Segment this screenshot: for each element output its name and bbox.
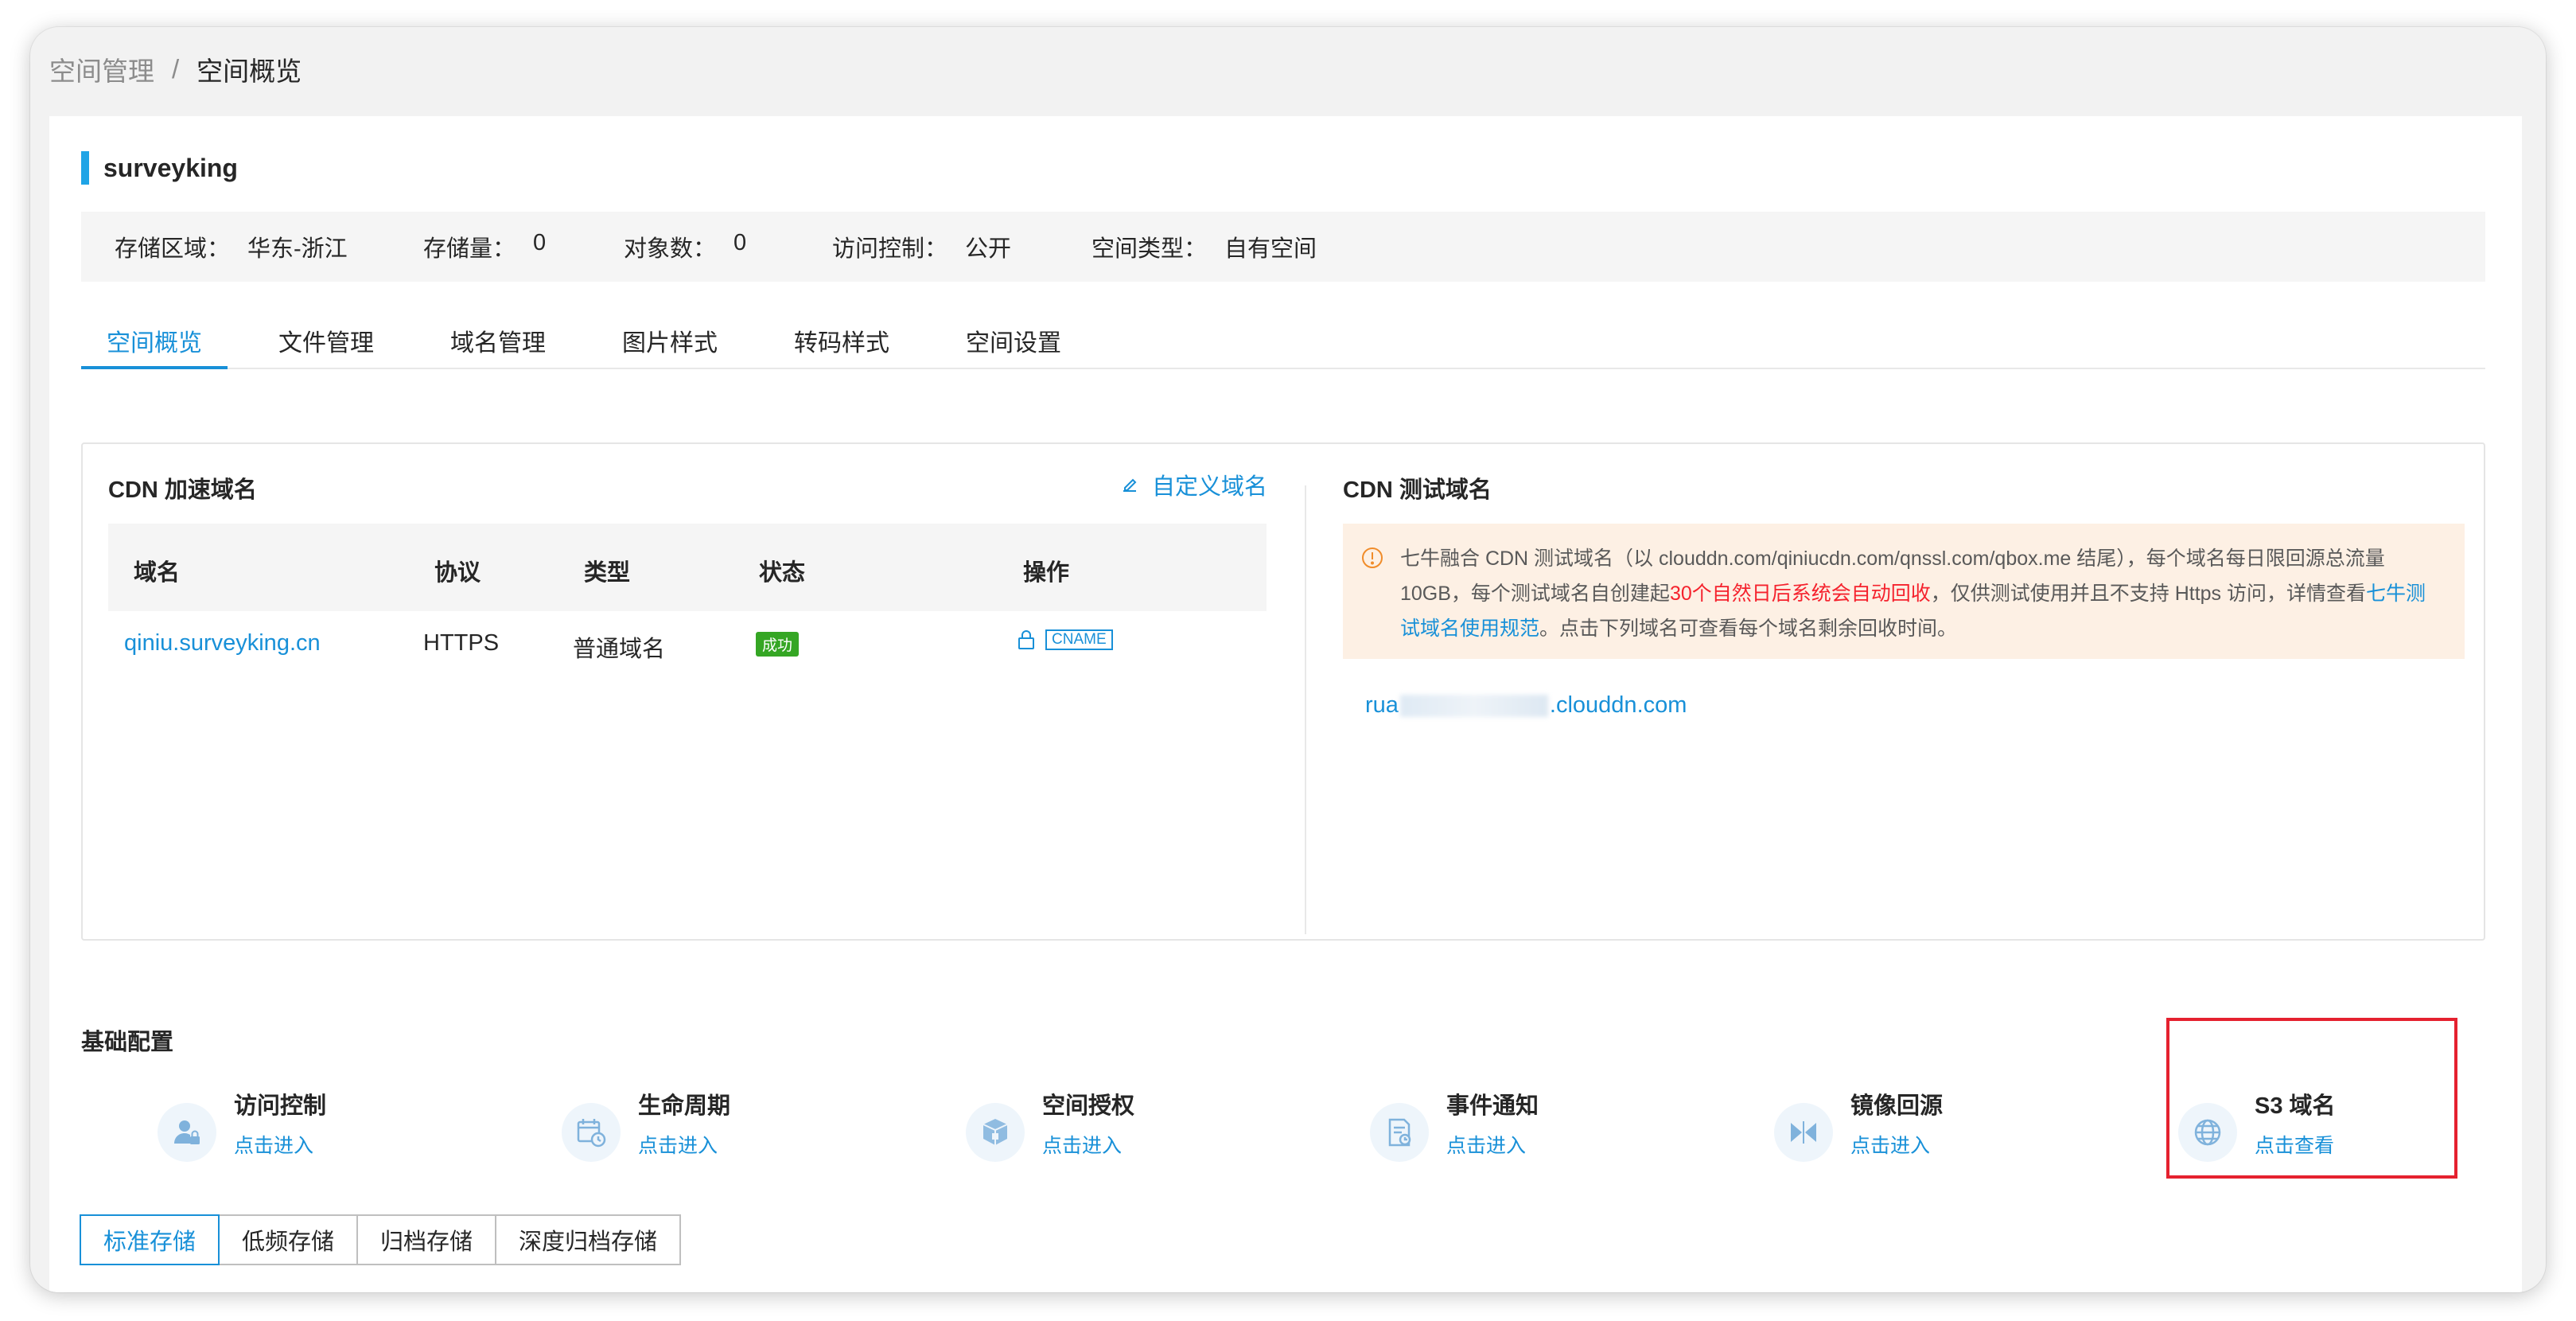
warning-icon — [1362, 547, 1383, 568]
storage-class-tabs: 标准存储 低频存储 归档存储 深度归档存储 — [80, 1214, 682, 1265]
tab-overview[interactable]: 空间概览 — [81, 317, 228, 369]
config-label: 事件通知 — [1446, 1093, 1539, 1119]
storage-tab-deep-archive[interactable]: 深度归档存储 — [495, 1214, 682, 1265]
storage-tab-infrequent[interactable]: 低频存储 — [218, 1214, 359, 1265]
config-action-link[interactable]: 点击进入 — [1446, 1130, 1526, 1159]
user-lock-icon — [158, 1103, 216, 1162]
tab-transcode-styles[interactable]: 转码样式 — [769, 317, 915, 369]
info-space-type: 空间类型： 自有空间 — [1091, 236, 1317, 262]
breadcrumb-separator: / — [172, 54, 180, 84]
cdn-type: 普通域名 — [573, 637, 666, 662]
col-domain: 域名 — [134, 560, 181, 586]
info-region: 存储区域： 华东-浙江 — [115, 236, 348, 262]
info-access: 访问控制： 公开 — [832, 236, 1012, 262]
notice-text-2: ，仅供测试使用并且不支持 Https 访问，详情查看 — [1930, 583, 2366, 605]
bucket-info-bar: 存储区域： 华东-浙江 存储量： 0 对象数： 0 访问控制： 公开 空间类型： 自有空间 — [81, 212, 2485, 282]
basic-config-title: 基础配置 — [81, 1030, 174, 1055]
config-access-control[interactable]: 访问控制 点击进入 — [158, 1087, 476, 1183]
domain-panel: CDN 加速域名 自定义域名 域名 协议 类型 状态 操作 qiniu.surv… — [81, 442, 2485, 941]
config-mirror-origin[interactable]: 镜像回源 点击进入 — [1774, 1087, 2092, 1183]
cdn-domain-title: CDN 加速域名 — [108, 477, 257, 503]
notice-text-3: 。点击下列域名可查看每个域名剩余回收时间。 — [1539, 618, 1958, 640]
test-domain-notice: 七牛融合 CDN 测试域名（以 clouddn.com/qiniucdn.com… — [1343, 524, 2465, 659]
config-label: 镜像回源 — [1850, 1093, 1944, 1119]
storage-tab-standard[interactable]: 标准存储 — [80, 1214, 220, 1265]
config-label: 访问控制 — [234, 1093, 327, 1119]
notice-recycle-warning: 30个自然日后系统会自动回收 — [1669, 583, 1931, 605]
lock-icon[interactable] — [1017, 629, 1036, 651]
redacted-segment — [1399, 694, 1548, 717]
cname-tag[interactable]: CNAME — [1045, 629, 1113, 650]
panel-divider — [1305, 485, 1306, 934]
mirror-icon — [1774, 1103, 1833, 1162]
tab-domains[interactable]: 域名管理 — [425, 317, 571, 369]
tab-image-styles[interactable]: 图片样式 — [597, 317, 743, 369]
bucket-name: surveyking — [103, 153, 238, 182]
bucket-title: surveyking — [81, 151, 238, 185]
config-lifecycle[interactable]: 生命周期 点击进入 — [562, 1087, 880, 1183]
test-domain-link[interactable]: rua .clouddn.com — [1365, 692, 1687, 719]
main-content: surveyking 存储区域： 华东-浙江 存储量： 0 对象数： 0 访问控制：公… — [49, 116, 2522, 1292]
custom-domain-label: 自定义域名 — [1152, 474, 1268, 500]
storage-tab-archive[interactable]: 归档存储 — [356, 1214, 497, 1265]
config-label: 空间授权 — [1042, 1093, 1135, 1119]
info-objects: 对象数： 0 — [624, 230, 747, 262]
calendar-clock-icon — [562, 1103, 621, 1162]
test-domain-title: CDN 测试域名 — [1343, 477, 1492, 503]
config-label: 生命周期 — [638, 1093, 731, 1119]
breadcrumb-current: 空间概览 — [197, 57, 302, 86]
col-actions: 操作 — [1023, 560, 1070, 586]
cdn-actions: CNAME — [1017, 629, 1113, 651]
cdn-table-header: 域名 协议 类型 状态 操作 — [108, 524, 1267, 611]
config-event-notification[interactable]: 事件通知 点击进入 — [1370, 1087, 1688, 1183]
tab-files[interactable]: 文件管理 — [253, 317, 399, 369]
tab-space-settings[interactable]: 空间设置 — [940, 317, 1087, 369]
cdn-protocol: HTTPS — [423, 630, 500, 656]
box-icon — [966, 1103, 1025, 1162]
table-row: qiniu.surveyking.cn HTTPS 普通域名 成功 CNAME — [108, 611, 1267, 675]
col-type: 类型 — [584, 560, 631, 586]
breadcrumb-space-management[interactable]: 空间管理 — [49, 50, 154, 88]
highlight-box — [2166, 1018, 2457, 1179]
breadcrumb: 空间管理 / 空间概览 — [49, 49, 302, 89]
status-badge: 成功 — [756, 632, 800, 657]
cdn-domain-link[interactable]: qiniu.surveyking.cn — [124, 630, 321, 657]
info-storage: 存储量： 0 — [423, 230, 547, 262]
config-action-link[interactable]: 点击进入 — [1042, 1130, 1122, 1159]
config-space-authorization[interactable]: 空间授权 点击进入 — [966, 1087, 1284, 1183]
document-notice-icon — [1370, 1103, 1429, 1162]
title-accent-bar — [81, 151, 89, 185]
config-action-link[interactable]: 点击进入 — [638, 1130, 718, 1159]
custom-domain-link[interactable]: 自定义域名 — [1120, 468, 1267, 501]
tab-bar: 空间概览 文件管理 域名管理 图片样式 转码样式 空间设置 — [81, 317, 2485, 369]
config-action-link[interactable]: 点击进入 — [234, 1130, 313, 1159]
col-protocol: 协议 — [434, 560, 481, 586]
config-action-link[interactable]: 点击进入 — [1850, 1130, 1930, 1159]
edit-icon — [1123, 478, 1137, 492]
col-status: 状态 — [759, 560, 806, 586]
